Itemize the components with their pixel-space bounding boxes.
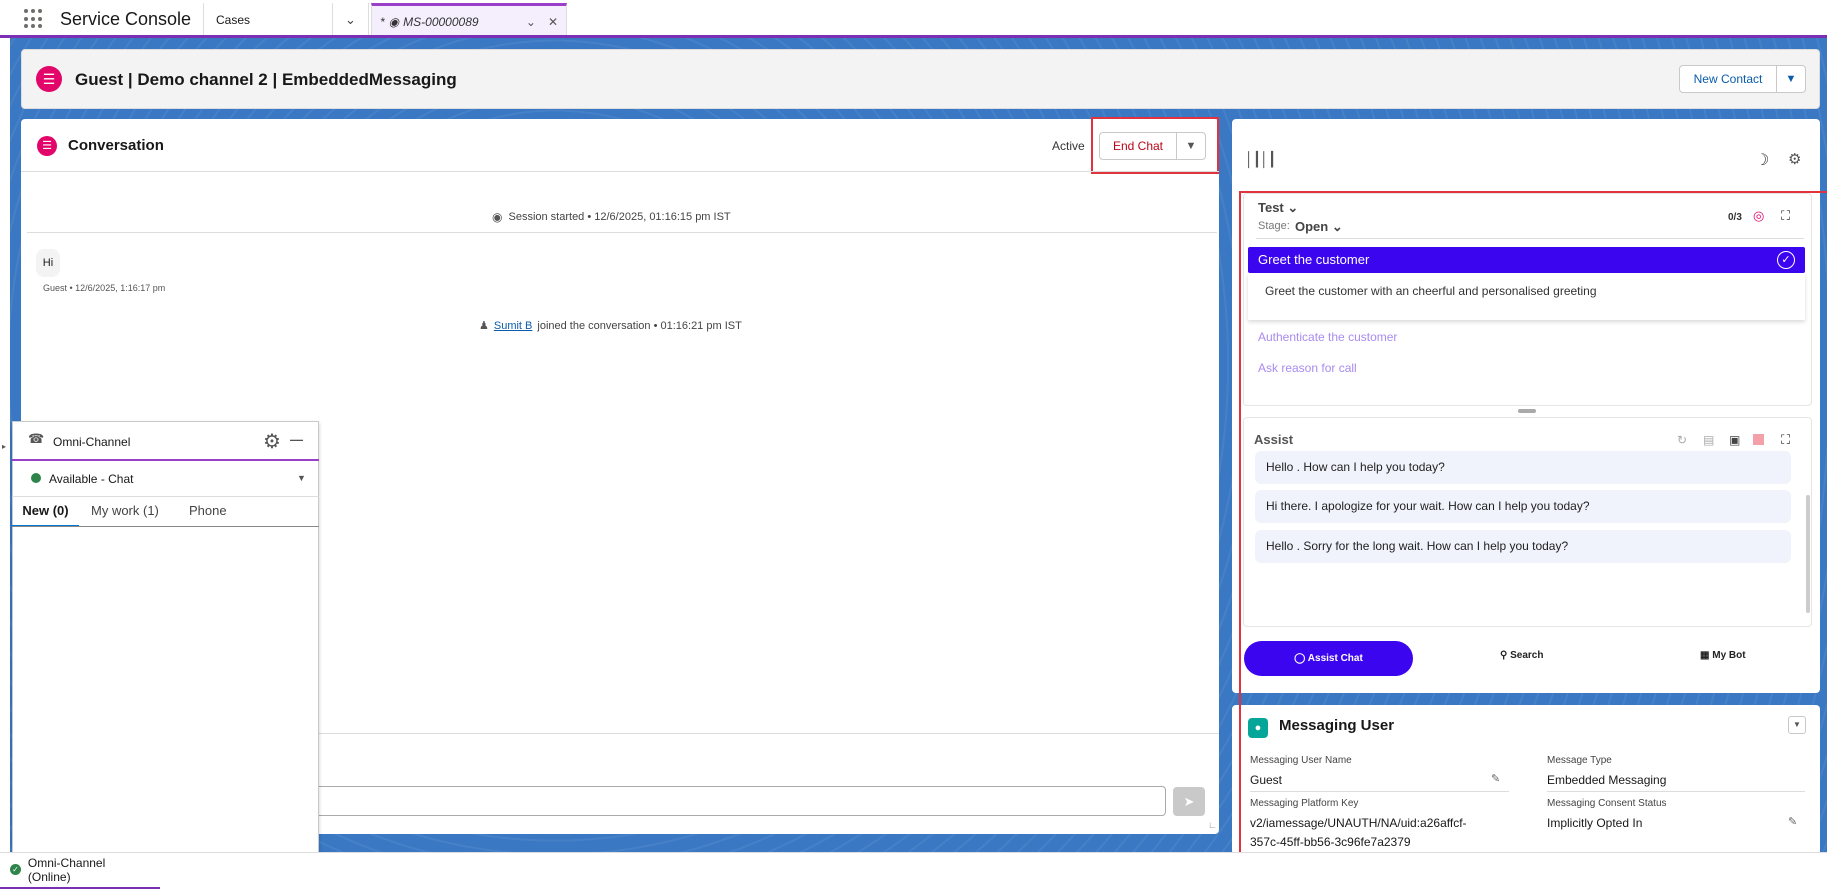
chevron-down-icon[interactable]: ⌄ [526,15,536,29]
omni-channel-utility[interactable]: ✓ Omni-Channel (Online) [0,852,160,889]
divider [21,171,1219,172]
page-title: Guest | Demo channel 2 | EmbeddedMessagi… [75,70,457,89]
omni-channel-icon: ☎ [28,431,45,446]
moon-icon[interactable]: ☽ [1755,150,1769,170]
agent-icon: ♟ [479,320,489,332]
send-button[interactable]: ➤ [1173,787,1205,816]
chat-bubble-icon: ◉ [492,210,503,224]
omni-channel-utility-label: Omni-Channel (Online) [27,855,106,884]
app-launcher-icon[interactable] [24,9,44,29]
chat-message-bubble: Hi [36,249,60,277]
divider [12,496,319,497]
status-indicator [31,473,41,483]
collapse-left-icon[interactable]: ▸ [2,442,6,451]
waveform-icon[interactable]: │┃│┃ [1245,151,1276,168]
tab-unsaved-marker: * [380,14,385,29]
highlight-box-copilot [1239,191,1827,862]
agent-name-link[interactable]: Sumit B [494,320,533,332]
conversation-status: Active [1052,139,1085,153]
new-contact-button[interactable]: New Contact [1679,65,1777,93]
omni-channel-title: Omni-Channel [53,435,131,449]
messaging-icon: ☰ [36,66,62,92]
workspace-tab[interactable]: * ◉ MS-00000089 ⌄ ✕ [371,3,567,37]
nav-item-cases[interactable]: Cases [203,3,333,36]
gear-icon[interactable]: ⚙ [263,429,281,454]
utility-bar [0,852,1827,889]
session-started-text: Session started • 12/6/2025, 01:16:15 pm… [508,211,731,223]
end-chat-menu-button[interactable]: ▼ [1177,132,1206,160]
tab-new[interactable]: New (0) [12,500,79,527]
new-contact-menu-button[interactable]: ▼ [1777,65,1806,93]
chevron-down-icon[interactable]: ⌄ [333,3,369,36]
minimize-icon[interactable]: — [290,432,303,447]
end-chat-button[interactable]: End Chat [1099,132,1177,160]
messaging-icon: ☰ [37,136,57,156]
divider [12,526,319,527]
resize-handle-icon[interactable]: ∟ [1208,820,1218,830]
divider [27,232,1217,233]
presence-status-select[interactable]: Available - Chat [49,472,134,486]
session-started-event: ◉ Session started • 12/6/2025, 01:16:15 … [492,210,731,224]
agent-joined-text: joined the conversation • 01:16:21 pm IS… [537,319,742,332]
chat-icon: ◉ [388,14,400,29]
chat-message-meta: Guest • 12/6/2025, 1:16:17 pm [43,283,166,293]
chevron-down-icon[interactable]: ▼ [297,473,306,483]
close-icon[interactable]: ✕ [548,15,558,29]
app-name: Service Console [60,9,192,29]
online-check-icon: ✓ [10,864,21,875]
send-icon: ➤ [1183,794,1195,809]
gear-icon[interactable]: ⚙ [1788,150,1801,168]
workspace-tab-label: MS-00000089 [403,14,479,29]
message-input[interactable] [312,786,1166,816]
tab-phone[interactable]: Phone [189,500,227,522]
conversation-title: Conversation [68,137,164,154]
tab-my-work[interactable]: My work (1) [91,500,159,522]
agent-joined-event: ♟ Sumit B joined the conversation • 01:1… [479,319,742,333]
